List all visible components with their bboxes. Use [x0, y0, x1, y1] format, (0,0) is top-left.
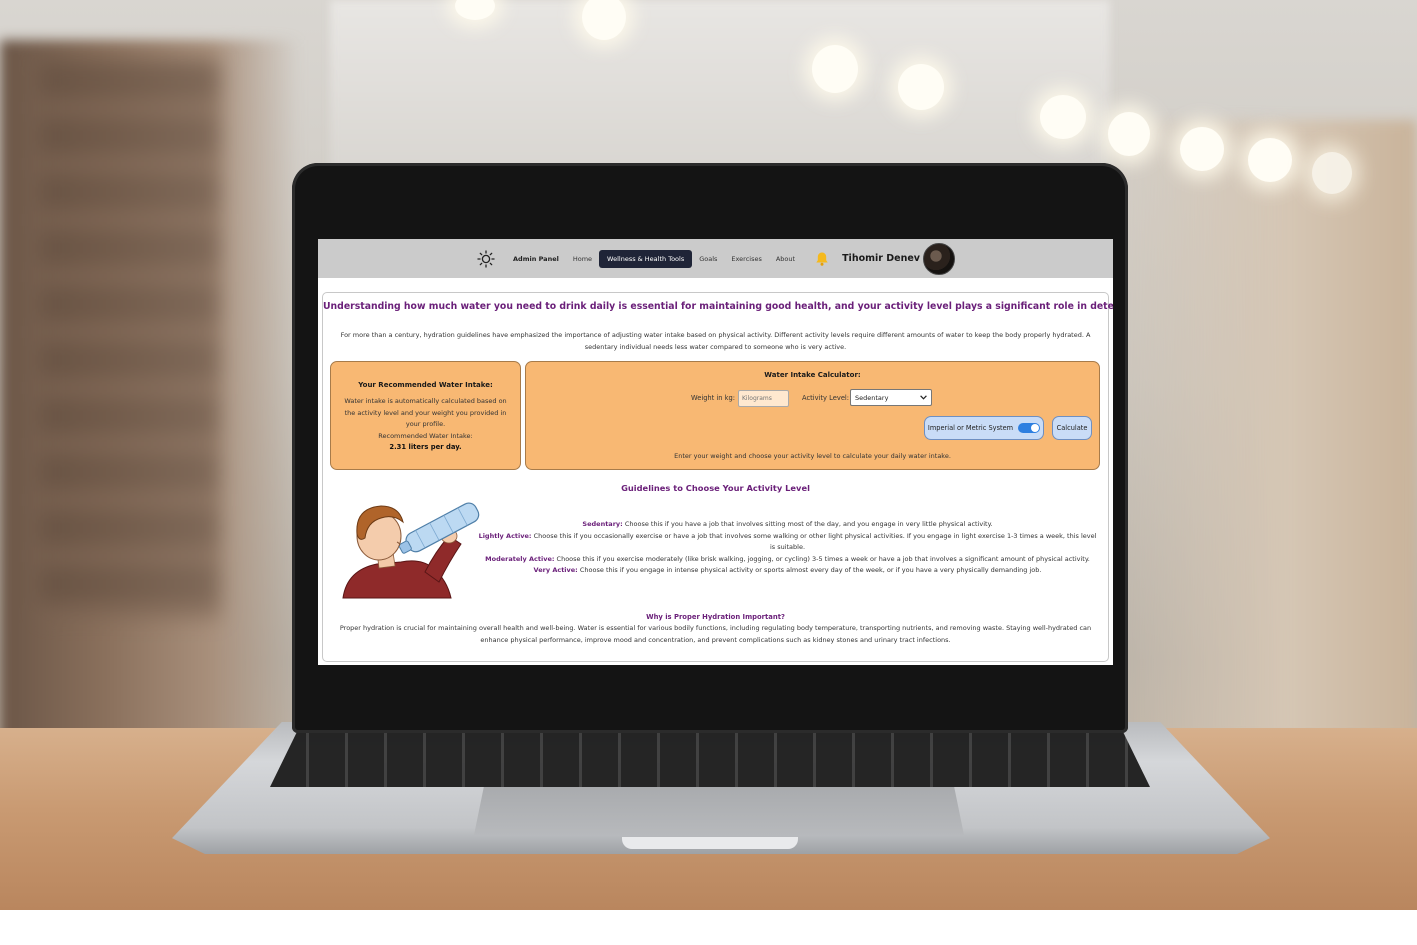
avatar[interactable] [922, 242, 955, 275]
why-hydration-title: Why is Proper Hydration Important? [646, 613, 785, 621]
activity-selected-value: Sedentary [855, 393, 889, 402]
guideline-name: Lightly Active: [478, 531, 532, 540]
calculator-title: Water Intake Calculator: [764, 371, 861, 379]
unit-toggle-label: Imperial or Metric System [927, 424, 1014, 432]
intro-paragraph: For more than a century, hydration guide… [340, 331, 1091, 351]
nav-goals[interactable]: Goals [692, 255, 724, 263]
water-calculator-box: Water Intake Calculator: Weight in kg: A… [525, 361, 1100, 470]
nav-admin-panel[interactable]: Admin Panel [506, 255, 566, 263]
page-bottom-strip [0, 910, 1417, 945]
calculator-hint: Enter your weight and choose your activi… [674, 452, 951, 460]
guideline-name: Moderately Active: [485, 554, 555, 563]
background-shelf-right [1097, 120, 1417, 740]
chevron-down-icon [920, 394, 927, 402]
unit-system-toggle[interactable]: Imperial or Metric System [924, 416, 1044, 440]
nav-home[interactable]: Home [566, 255, 599, 263]
drinking-water-illustration [337, 492, 483, 602]
guideline-text: Choose this if you engage in intense phy… [579, 566, 1042, 575]
top-navbar: Admin Panel Home Wellness & Health Tools… [318, 239, 1113, 278]
calculate-button[interactable]: Calculate [1052, 416, 1092, 440]
why-hydration-text: Proper hydration is crucial for maintain… [339, 624, 1092, 644]
guideline-text: Choose this if you occasionally exercise… [533, 531, 1097, 552]
guideline-name: Sedentary: [582, 520, 623, 528]
bokeh-light [812, 45, 858, 93]
guideline-item: Moderately Active: Choose this if you ex… [475, 554, 1100, 566]
bokeh-light [1108, 112, 1150, 156]
nav-about[interactable]: About [769, 255, 802, 263]
guideline-item: Very Active: Choose this if you engage i… [475, 565, 1100, 577]
activity-guidelines-list: Sedentary: Choose this if you have a job… [475, 519, 1100, 577]
weight-label: Weight in kg: [691, 394, 736, 402]
sun-icon[interactable] [476, 249, 496, 269]
bokeh-light [1248, 138, 1292, 182]
recommended-description: Water intake is automatically calculated… [342, 396, 509, 454]
background-shelf-left-books [40, 60, 220, 620]
bokeh-light [1040, 95, 1086, 139]
toggle-knob [1031, 424, 1040, 432]
app-screen: Admin Panel Home Wellness & Health Tools… [318, 239, 1113, 665]
recommended-intake-box: Your Recommended Water Intake: Water int… [330, 361, 521, 470]
main-card: Understanding how much water you need to… [322, 292, 1113, 662]
recommended-label: Recommended Water Intake: [378, 431, 473, 440]
nav-exercises[interactable]: Exercises [724, 255, 768, 263]
guideline-text: Choose this if you exercise moderately (… [556, 554, 1090, 563]
guideline-item: Sedentary: Choose this if you have a job… [475, 519, 1100, 531]
bokeh-light [898, 64, 944, 110]
toggle-switch[interactable] [1018, 423, 1041, 433]
recommended-title: Your Recommended Water Intake: [358, 381, 493, 389]
bokeh-light [1180, 127, 1224, 171]
activity-label: Activity Level: [802, 394, 850, 402]
recommended-value: 2.31 liters per day. [389, 443, 462, 451]
guideline-name: Very Active: [533, 566, 578, 575]
user-name[interactable]: Tihomir Denev [842, 253, 920, 264]
activity-level-select[interactable]: Sedentary [850, 389, 932, 406]
page-headline: Understanding how much water you need to… [323, 301, 1113, 312]
laptop-keyboard [270, 733, 1150, 787]
laptop-trackpad [474, 787, 964, 835]
recommended-description-text: Water intake is automatically calculated… [344, 397, 507, 428]
nav-wellness-tools[interactable]: Wellness & Health Tools [599, 249, 693, 268]
bell-icon[interactable] [814, 251, 830, 267]
bokeh-light [1312, 152, 1352, 194]
laptop-notch [622, 837, 798, 849]
guideline-item: Lightly Active: Choose this if you occas… [475, 531, 1100, 554]
weight-input[interactable] [738, 390, 789, 407]
navbar-content: Admin Panel Home Wellness & Health Tools… [476, 242, 955, 275]
guideline-text: Choose this if you have a job that invol… [624, 520, 993, 528]
